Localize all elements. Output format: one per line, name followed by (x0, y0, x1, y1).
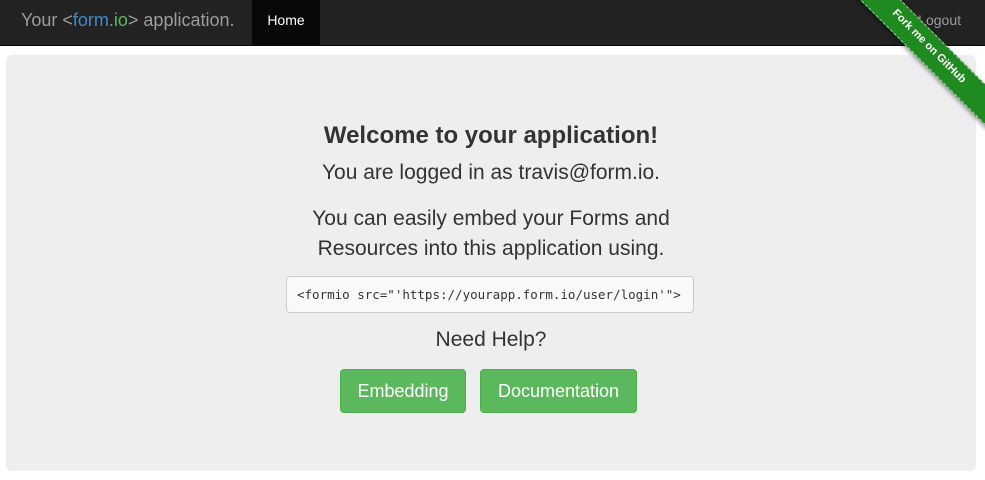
github-ribbon-container: Fork me on GitHub (845, 0, 985, 140)
welcome-heading: Welcome to your application! (323, 122, 659, 149)
documentation-button[interactable]: Documentation (480, 369, 637, 413)
embed-instructions: You can easily embed your Forms and Reso… (6, 204, 976, 264)
brand-suffix: > application. (127, 10, 235, 30)
brand-form: form (72, 10, 109, 30)
embed-instructions-line2: Resources into this application using. (317, 237, 665, 260)
fork-me-on-github-ribbon[interactable]: Fork me on GitHub (847, 0, 985, 129)
brand-io: .io (108, 10, 128, 30)
need-help-text: Need Help? (435, 328, 547, 351)
top-navbar: Your <form.io> application. Home Logout (0, 0, 985, 46)
brand-prefix: Your < (21, 10, 73, 30)
logged-in-text: You are logged in as travis@form.io. (321, 161, 661, 184)
embed-code-snippet[interactable]: <formio src="'https://yourapp.form.io/us… (286, 276, 694, 313)
nav-home-link[interactable]: Home (252, 0, 320, 45)
app-brand-link[interactable]: Your <form.io> application. (21, 0, 234, 45)
embedding-button[interactable]: Embedding (340, 369, 466, 413)
embed-instructions-line1: You can easily embed your Forms and (312, 207, 670, 230)
welcome-jumbotron: Welcome to your application! You are log… (6, 55, 976, 471)
